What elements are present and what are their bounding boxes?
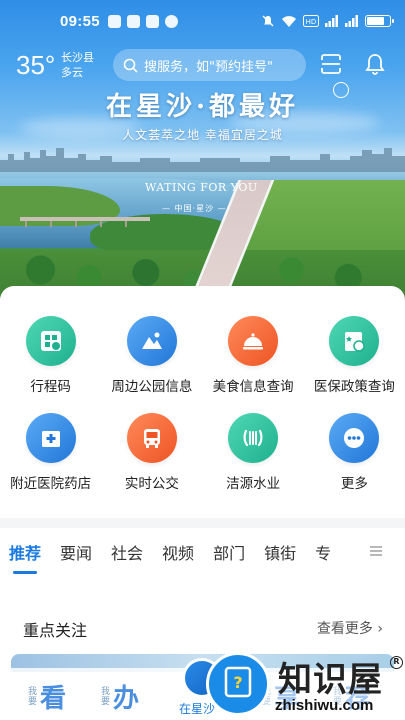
service-grid: 行程码 周边公园信息 美食信息查询 医保政策查询 附近医院药店 实时公交 洁源水… xyxy=(0,316,405,492)
scan-icon[interactable] xyxy=(319,52,343,76)
service-food-info[interactable]: 美食信息查询 xyxy=(203,316,304,395)
status-time: 09:55 xyxy=(60,12,100,30)
medical-insurance-icon xyxy=(329,316,380,366)
service-label: 行程码 xyxy=(30,379,71,395)
app-header: 35° 长沙县 多云 搜服务，如"预约挂号" xyxy=(0,46,405,86)
service-more[interactable]: 更多 xyxy=(304,413,405,492)
tab-recommend[interactable]: 推荐 xyxy=(9,540,41,574)
hd-icon: HD xyxy=(303,15,319,27)
more-icon xyxy=(329,413,380,463)
weather-temperature[interactable]: 35° xyxy=(16,50,55,81)
bell-icon[interactable] xyxy=(363,52,387,76)
battery-level xyxy=(367,17,384,25)
view-more-link[interactable]: 查看更多 › xyxy=(317,618,383,638)
nav-big-label: 看 xyxy=(40,684,67,714)
mute-icon xyxy=(262,15,274,27)
service-label: 更多 xyxy=(340,476,368,492)
section-divider xyxy=(0,518,405,528)
svg-text:?: ? xyxy=(233,673,242,692)
battery-icon xyxy=(365,15,394,27)
service-label: 实时公交 xyxy=(124,476,179,492)
tab-society[interactable]: 社会 xyxy=(111,540,143,564)
tab-headlines[interactable]: 要闻 xyxy=(60,540,92,564)
watermark-text: 知识屋 xyxy=(278,660,383,700)
service-hospital-pharmacy[interactable]: 附近医院药店 xyxy=(0,413,101,492)
focus-section-title: 重点关注 xyxy=(23,621,88,640)
app-notification-icon xyxy=(126,14,140,28)
service-label: 医保政策查询 xyxy=(313,379,395,395)
nav-look[interactable]: 我要 看 xyxy=(28,678,66,715)
news-tabs: 推荐 要闻 社会 视频 部门 镇街 专 xyxy=(0,532,405,574)
service-label: 美食信息查询 xyxy=(212,379,294,395)
hero-tagline: 人文荟萃之地 幸福宜居之城 xyxy=(122,128,283,142)
view-more-label: 查看更多 xyxy=(316,621,373,637)
watermark-logo: ? xyxy=(206,652,270,716)
tab-departments[interactable]: 部门 xyxy=(213,540,245,564)
tabs-menu-icon[interactable] xyxy=(369,544,383,558)
service-medical-insurance[interactable]: 医保政策查询 xyxy=(304,316,405,395)
service-park-info[interactable]: 周边公园信息 xyxy=(101,316,202,395)
chevron-right-icon: › xyxy=(377,621,383,637)
nav-small-label: 我要 xyxy=(28,686,38,707)
tab-special[interactable]: 专 xyxy=(315,540,331,564)
food-cloche-icon xyxy=(228,316,279,366)
search-icon xyxy=(123,58,138,73)
registered-mark: R xyxy=(390,656,403,669)
status-bar: 09:55 HD xyxy=(0,0,405,42)
hero-subtitle-en: WATING FOR YOU xyxy=(145,181,258,194)
signal-5g-icon xyxy=(325,15,338,27)
signal-4g-icon xyxy=(345,15,358,27)
service-label: 周边公园信息 xyxy=(111,379,193,395)
service-label: 附近医院药店 xyxy=(10,476,92,492)
app-notification-icon xyxy=(164,14,178,28)
svg-text:HD: HD xyxy=(306,18,317,26)
hospital-icon xyxy=(25,413,76,463)
nav-big-label: 办 xyxy=(113,684,140,714)
tab-towns[interactable]: 镇街 xyxy=(264,540,296,564)
hero-subtitle-cn: — 中国·星沙 — xyxy=(162,204,227,213)
nav-small-label: 我要 xyxy=(101,686,111,707)
service-realtime-bus[interactable]: 实时公交 xyxy=(101,413,202,492)
weather-location[interactable]: 长沙县 多云 xyxy=(61,50,94,80)
notification-app-icons xyxy=(107,14,178,28)
weather-condition: 多云 xyxy=(61,66,83,79)
city-skyline xyxy=(0,148,405,172)
service-label: 洁源水业 xyxy=(226,476,281,492)
watermark-url: zhishiwu.com xyxy=(275,697,374,714)
itinerary-code-icon xyxy=(25,316,76,366)
bridge xyxy=(20,217,150,227)
park-icon xyxy=(126,316,177,366)
search-input[interactable]: 搜服务，如"预约挂号" xyxy=(113,49,306,81)
app-notification-icon xyxy=(145,14,159,28)
water-utility-icon xyxy=(228,413,279,463)
location-label: 长沙县 xyxy=(61,51,94,64)
nav-handle[interactable]: 我要 办 xyxy=(101,678,139,715)
bus-icon xyxy=(126,413,177,463)
tab-video[interactable]: 视频 xyxy=(162,540,194,564)
app-notification-icon xyxy=(107,14,121,28)
search-placeholder: 搜服务，如"预约挂号" xyxy=(144,59,273,75)
service-itinerary-code[interactable]: 行程码 xyxy=(0,316,101,395)
hero-banner[interactable]: 在星沙·都最好 人文荟萃之地 幸福宜居之城 WATING FOR YOU — 中… xyxy=(0,0,405,300)
services-card: 行程码 周边公园信息 美食信息查询 医保政策查询 附近医院药店 实时公交 洁源水… xyxy=(0,286,405,526)
wifi-icon xyxy=(282,15,296,27)
service-water-utility[interactable]: 洁源水业 xyxy=(203,413,304,492)
